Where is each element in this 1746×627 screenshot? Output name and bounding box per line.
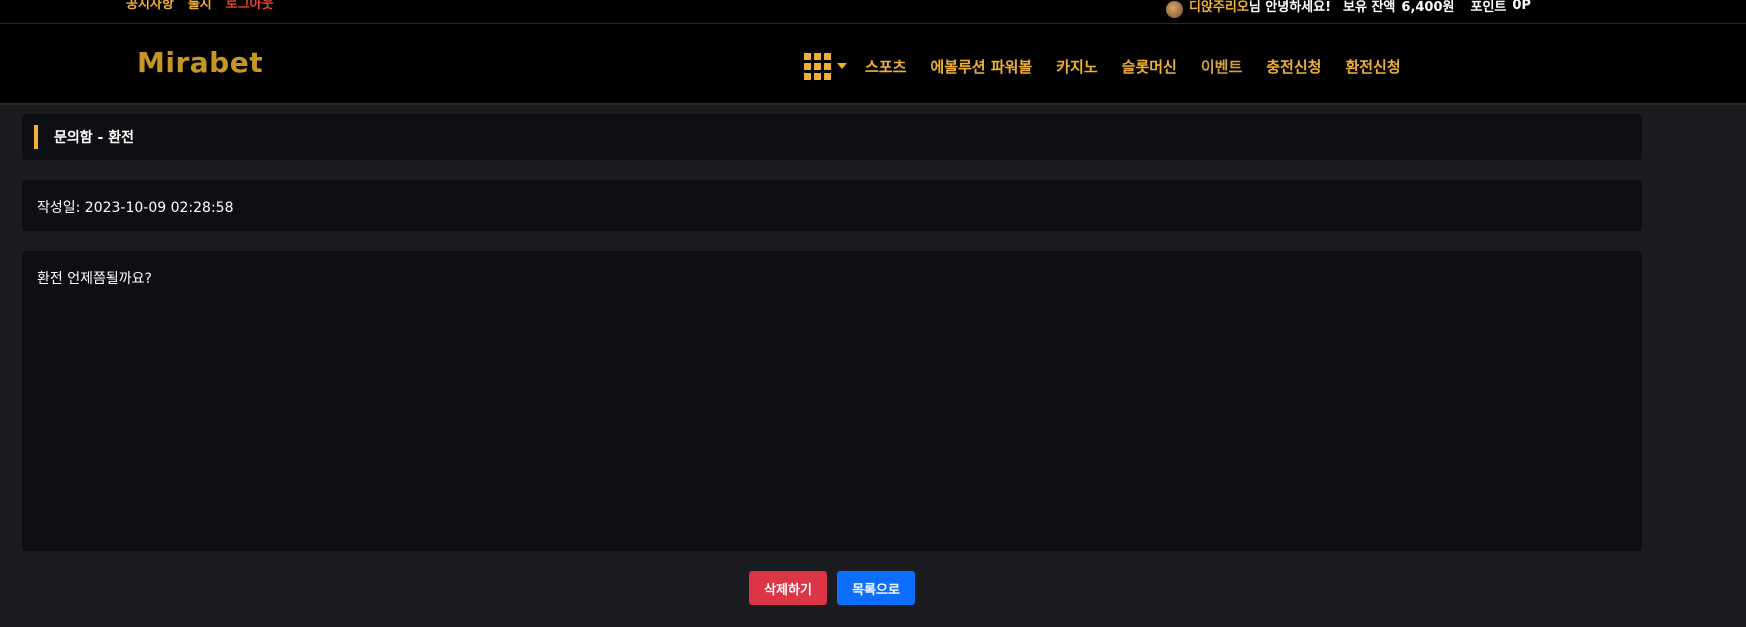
main-header: Mirabet 스포츠 에볼루션 파워볼 카지노 슬롯머신 이벤트 충전신청 환… [0,24,1746,105]
greeting-suffix: 님 안녕하세요! [1248,0,1332,15]
balance-value: 6,400원 [1401,0,1455,15]
created-date: 작성일: 2023-10-09 02:28:58 [37,200,234,216]
top-links: 공지사항 룰지 로그아웃 [126,0,274,12]
points-value: 0P [1512,0,1531,13]
grid-icon [804,52,831,80]
date-panel: 작성일: 2023-10-09 02:28:58 [22,180,1642,231]
all-menu-button[interactable] [804,52,847,80]
username: 디앉주리오 [1189,0,1249,15]
nav-sports[interactable]: 스포츠 [865,56,906,77]
content-panel: 환전 언제쯤될까요? [22,251,1642,551]
balance-label: 보유 잔액 [1343,0,1396,15]
nav-deposit[interactable]: 충전신청 [1266,56,1321,77]
nav-casino[interactable]: 카지노 [1056,56,1097,77]
nav-evolution-powerball[interactable]: 에볼루션 파워볼 [930,56,1032,77]
title-accent-bar [34,125,38,149]
chevron-down-icon [837,63,847,69]
page-title: 문의함 - 환전 [54,130,134,146]
main-nav: 스포츠 에볼루션 파워볼 카지노 슬롯머신 이벤트 충전신청 환전신청 [804,50,1401,82]
logo[interactable]: Mirabet [137,46,263,79]
back-to-list-button[interactable]: 목록으로 [837,571,915,605]
title-panel: 문의함 - 환전 [22,114,1642,160]
inquiry-content: 환전 언제쯤될까요? [37,271,152,287]
notice-link[interactable]: 공지사항 [126,0,174,12]
points-label: 포인트 [1470,0,1507,15]
nav-withdraw[interactable]: 환전신청 [1345,56,1400,77]
logout-link[interactable]: 로그아웃 [226,0,274,12]
avatar [1166,1,1183,18]
rules-link[interactable]: 룰지 [188,0,212,12]
user-info: 디앉주리오님 안녕하세요! 보유 잔액 6,400원 포인트 0P [1166,0,1531,18]
nav-slot[interactable]: 슬롯머신 [1122,56,1177,77]
top-bar: 공지사항 룰지 로그아웃 디앉주리오님 안녕하세요! 보유 잔액 6,400원 … [0,0,1746,24]
delete-button[interactable]: 삭제하기 [749,571,827,605]
nav-event[interactable]: 이벤트 [1201,56,1242,77]
greeting: 디앉주리오님 안녕하세요! [1189,0,1331,15]
